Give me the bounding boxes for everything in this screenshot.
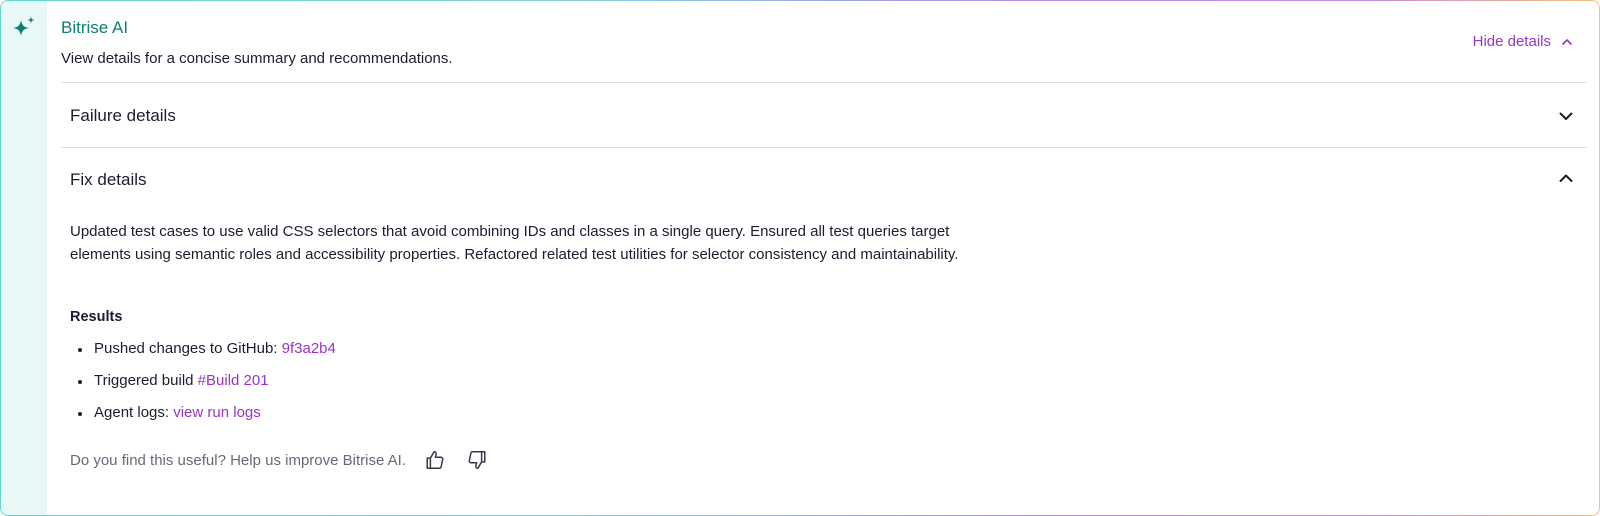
- result-text: Pushed changes to GitHub:: [94, 340, 282, 357]
- fix-details-label: Fix details: [70, 170, 147, 189]
- result-text: Agent logs:: [94, 404, 174, 421]
- thumbs-up-icon[interactable]: [424, 449, 446, 471]
- fix-details-toggle[interactable]: Fix details: [61, 149, 1587, 209]
- hide-details-label: Hide details: [1472, 33, 1551, 50]
- divider: [61, 82, 1587, 83]
- result-text: Triggered build: [94, 372, 198, 389]
- bitrise-ai-card-frame: Bitrise AI View details for a concise su…: [0, 0, 1600, 516]
- card-content: Bitrise AI View details for a concise su…: [47, 1, 1599, 515]
- bullet: [78, 380, 82, 384]
- sparkle-icon: [13, 16, 35, 36]
- chevron-up-icon: [1562, 38, 1572, 45]
- bullet: [78, 348, 82, 352]
- list-item: Pushed changes to GitHub: 9f3a2b4: [70, 340, 336, 372]
- ai-subtitle: View details for a concise summary and r…: [61, 50, 453, 67]
- ai-side-rail: [1, 1, 47, 515]
- chevron-down-icon: [1559, 112, 1573, 120]
- run-logs-link[interactable]: view run logs: [173, 404, 261, 421]
- failure-details-label: Failure details: [70, 106, 176, 125]
- feedback-prompt: Do you find this useful? Help us improve…: [70, 451, 406, 469]
- divider: [61, 147, 1587, 148]
- list-item: Triggered build #Build 201: [70, 372, 336, 404]
- thumbs-down-icon[interactable]: [466, 449, 488, 471]
- bullet: [78, 412, 82, 416]
- feedback-row: Do you find this useful? Help us improve…: [70, 449, 488, 471]
- bitrise-ai-card: Bitrise AI View details for a concise su…: [1, 1, 1599, 515]
- fix-description: Updated test cases to use valid CSS sele…: [70, 223, 959, 263]
- hide-details-button[interactable]: Hide details: [1473, 33, 1573, 50]
- results-list: Pushed changes to GitHub: 9f3a2b4 Trigge…: [70, 340, 336, 436]
- ai-title: Bitrise AI: [61, 18, 129, 37]
- list-item: Agent logs: view run logs: [70, 404, 336, 436]
- chevron-up-icon: [1559, 174, 1573, 182]
- results-heading: Results: [70, 309, 123, 325]
- build-link[interactable]: #Build 201: [198, 372, 269, 389]
- commit-link[interactable]: 9f3a2b4: [282, 340, 336, 357]
- failure-details-toggle[interactable]: Failure details: [61, 85, 1587, 145]
